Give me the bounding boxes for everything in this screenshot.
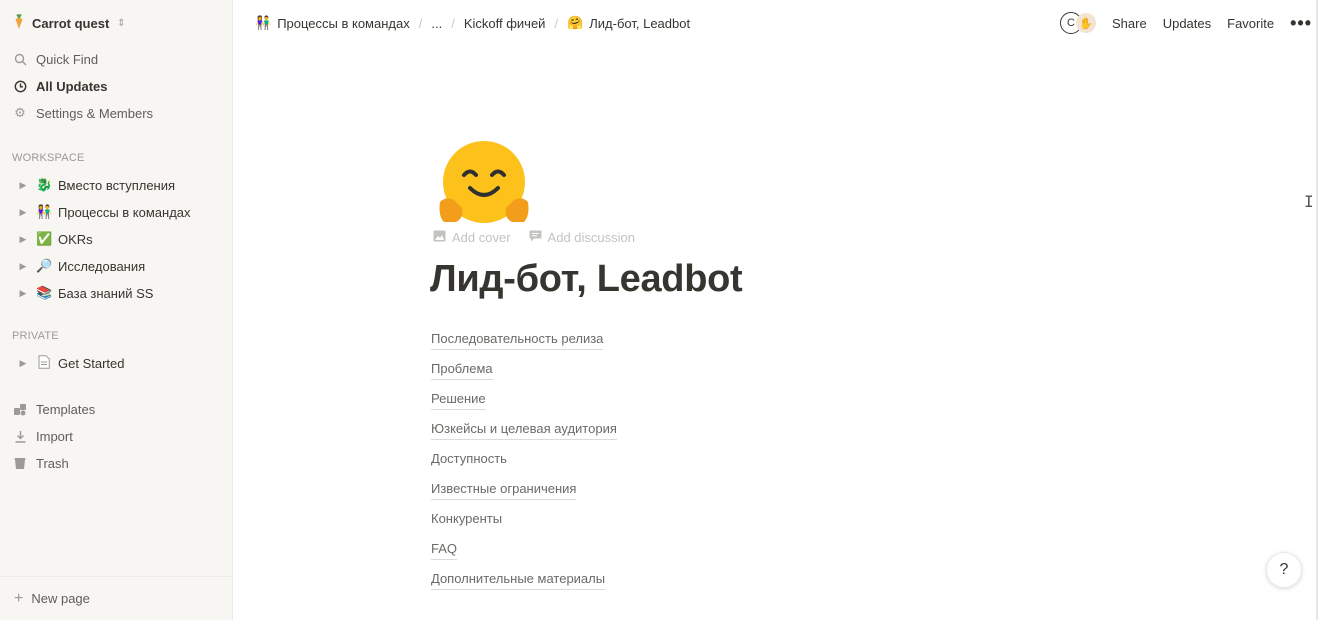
more-icon[interactable]: ••• — [1290, 13, 1312, 34]
trash-icon — [12, 455, 28, 471]
breadcrumb-label: Лид-бот, Leadbot — [589, 15, 691, 31]
breadcrumb-label: ... — [431, 15, 443, 31]
all-updates-label: All Updates — [36, 78, 108, 94]
plus-icon: + — [14, 589, 24, 607]
page-actions: Add cover Add discussion — [433, 230, 635, 245]
sidebar-item-label: Вместо вступления — [58, 177, 176, 193]
magnifier-icon: 🔎 — [36, 258, 53, 273]
favorite-button[interactable]: Favorite — [1227, 16, 1274, 31]
breadcrumb-processes[interactable]: 👫 Процессы в командах — [255, 15, 410, 31]
updates-button[interactable]: Updates — [1163, 16, 1211, 31]
toc-item[interactable]: FAQ — [431, 540, 617, 570]
hand-icon: ✋ — [1076, 13, 1096, 33]
workspace-section-label: WORKSPACE — [12, 152, 85, 164]
new-page-button[interactable]: + New page — [0, 576, 232, 620]
gear-icon: ⚙ — [14, 105, 26, 120]
toc-item[interactable]: Доступность — [431, 450, 617, 480]
toc-item[interactable]: Конкуренты — [431, 510, 617, 540]
import-button[interactable]: Import — [12, 425, 73, 447]
sidebar-item-label: База знаний SS — [58, 285, 154, 301]
toc-item[interactable]: Проблема — [431, 360, 617, 390]
sidebar: Carrot quest ⇕ Quick Find All Updates ⚙ … — [0, 0, 233, 620]
trash-label: Trash — [36, 455, 69, 471]
quick-find-button[interactable]: Quick Find — [12, 48, 98, 70]
templates-icon — [12, 401, 28, 417]
settings-members-label: Settings & Members — [36, 105, 154, 121]
sidebar-item-intro[interactable]: ▶ 🐉 Вместо вступления — [16, 174, 176, 196]
hugging-face-icon[interactable] — [436, 140, 532, 230]
sidebar-item-research[interactable]: ▶ 🔎 Исследования — [16, 255, 146, 277]
triangle-right-icon[interactable]: ▶ — [16, 207, 30, 218]
new-page-label: New page — [31, 591, 90, 606]
triangle-right-icon[interactable]: ▶ — [16, 234, 30, 245]
sidebar-item-label: OKRs — [58, 231, 93, 247]
private-section-label: PRIVATE — [12, 330, 59, 342]
table-of-contents: Последовательность релиза Проблема Решен… — [431, 330, 617, 600]
workspace-switcher[interactable]: Carrot quest ⇕ — [12, 12, 126, 34]
settings-members-button[interactable]: ⚙ Settings & Members — [12, 102, 153, 124]
toc-item[interactable]: Последовательность релиза — [431, 330, 617, 360]
workspace-name: Carrot quest — [32, 15, 110, 31]
templates-label: Templates — [36, 401, 96, 417]
sidebar-item-label: Процессы в командах — [58, 204, 191, 220]
triangle-right-icon[interactable]: ▶ — [16, 288, 30, 299]
comment-icon — [529, 230, 542, 245]
templates-button[interactable]: Templates — [12, 398, 95, 420]
sidebar-item-label: Исследования — [58, 258, 146, 274]
dragon-icon: 🐉 — [36, 177, 53, 192]
toc-item[interactable]: Юзкейсы и целевая аудитория — [431, 420, 617, 450]
breadcrumb-label: Процессы в командах — [277, 15, 410, 31]
carrot-icon — [12, 13, 26, 33]
toc-item[interactable]: Дополнительные материалы — [431, 570, 617, 600]
sidebar-item-knowledge-base[interactable]: ▶ 📚 База знаний SS — [16, 282, 154, 304]
clock-icon — [12, 78, 28, 94]
breadcrumb-leadbot[interactable]: 🤗 Лид-бот, Leadbot — [567, 15, 690, 31]
checkmark-icon: ✅ — [36, 231, 53, 246]
add-cover-button[interactable]: Add cover — [433, 230, 511, 245]
import-icon — [12, 428, 28, 444]
breadcrumb-separator: / — [451, 15, 455, 31]
triangle-right-icon[interactable]: ▶ — [16, 358, 30, 369]
quick-find-label: Quick Find — [36, 51, 99, 67]
page-icon — [36, 354, 52, 372]
triangle-right-icon[interactable]: ▶ — [16, 261, 30, 272]
all-updates-button[interactable]: All Updates — [12, 75, 108, 97]
text-cursor-icon: I — [1304, 192, 1314, 211]
import-label: Import — [36, 428, 73, 444]
topbar-actions: C ✋ Share Updates Favorite ••• — [1060, 0, 1318, 46]
page-title[interactable]: Лид-бот, Leadbot — [430, 258, 743, 301]
people-icon: 👫 — [36, 204, 53, 219]
help-button[interactable]: ? — [1266, 552, 1302, 588]
toc-item[interactable]: Решение — [431, 390, 617, 420]
sidebar-item-label: Get Started — [58, 355, 125, 371]
collaborators[interactable]: C ✋ — [1060, 12, 1096, 34]
breadcrumb-ellipsis[interactable]: ... — [431, 16, 442, 31]
add-discussion-button[interactable]: Add discussion — [529, 230, 635, 245]
share-button[interactable]: Share — [1112, 16, 1147, 31]
books-icon: 📚 — [36, 285, 53, 300]
breadcrumb-label: Kickoff фичей — [463, 15, 546, 31]
breadcrumb-separator: / — [418, 15, 423, 31]
sidebar-item-okrs[interactable]: ▶ ✅ OKRs — [16, 228, 93, 250]
people-icon: 👫 — [255, 15, 272, 30]
toc-item[interactable]: Известные ограничения — [431, 480, 617, 510]
breadcrumb-separator: / — [554, 15, 559, 31]
add-discussion-label: Add discussion — [547, 230, 635, 245]
chevron-updown-icon: ⇕ — [117, 17, 126, 29]
breadcrumb-kickoff[interactable]: Kickoff фичей — [464, 16, 546, 31]
search-icon — [12, 51, 28, 67]
sidebar-item-processes[interactable]: ▶ 👫 Процессы в командах — [16, 201, 191, 223]
trash-button[interactable]: Trash — [12, 452, 69, 474]
image-icon — [433, 230, 446, 245]
triangle-right-icon[interactable]: ▶ — [16, 180, 30, 191]
hugging-face-icon: 🤗 — [567, 15, 584, 30]
sidebar-item-get-started[interactable]: ▶ Get Started — [16, 352, 124, 374]
add-cover-label: Add cover — [452, 230, 511, 245]
